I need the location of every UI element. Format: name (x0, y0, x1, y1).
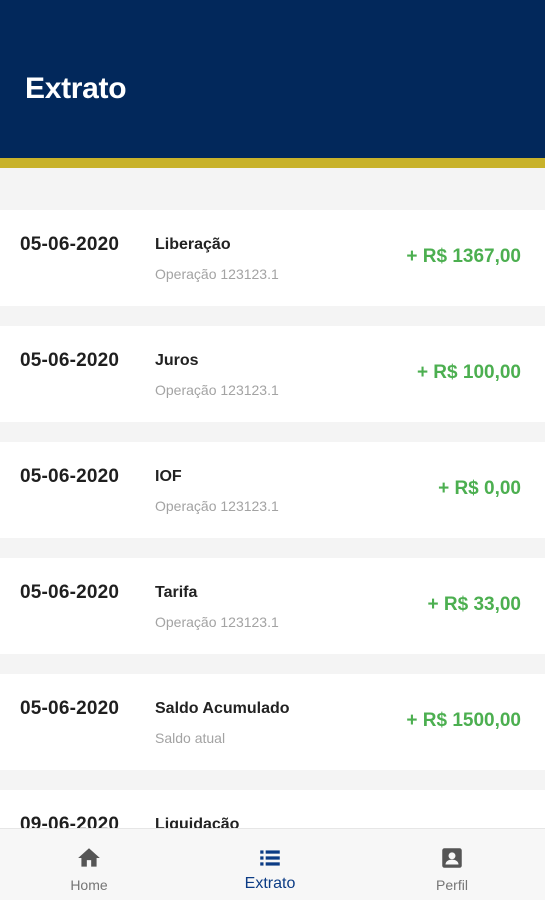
transaction-date: 05-06-2020 (20, 466, 120, 487)
transaction-subtitle: Operação 123123.1 (155, 498, 279, 514)
list-item[interactable]: 05-06-2020 IOF Operação 123123.1 + R$ 0,… (0, 442, 545, 538)
list-item[interactable]: 05-06-2020 Juros Operação 123123.1 + R$ … (0, 326, 545, 422)
transaction-list[interactable]: 05-06-2020 Liberação Operação 123123.1 +… (0, 168, 545, 828)
transaction-date: 09-06-2020 (20, 814, 120, 828)
transaction-date: 05-06-2020 (20, 698, 120, 719)
transaction-subtitle: Operação 123123.1 (155, 614, 279, 630)
transaction-date: 05-06-2020 (20, 234, 120, 255)
list-item[interactable]: 05-06-2020 Liberação Operação 123123.1 +… (0, 210, 545, 306)
transaction-amount: + R$ 1500,00 (406, 710, 521, 731)
transaction-amount: + R$ 33,00 (427, 594, 522, 615)
transaction-title: Liberação (155, 236, 231, 253)
transaction-subtitle: Operação 123123.1 (155, 382, 279, 398)
transaction-subtitle: Saldo atual (155, 730, 226, 746)
list-item[interactable]: 05-06-2020 Saldo Acumulado Saldo atual +… (0, 674, 545, 770)
transaction-title: IOF (155, 468, 182, 485)
transaction-title: Tarifa (155, 584, 198, 601)
transaction-date: 05-06-2020 (20, 350, 120, 371)
page-title: Extrato (25, 72, 127, 105)
bottom-navigation: Home Extrato Perfil (0, 828, 545, 900)
header-accent-stripe (0, 158, 545, 168)
transaction-amount: + R$ 0,00 (438, 478, 521, 499)
transaction-title: Juros (155, 352, 199, 369)
nav-extrato[interactable]: Extrato (210, 829, 330, 900)
list-icon (260, 850, 280, 866)
list-item[interactable]: 05-06-2020 Tarifa Operação 123123.1 + R$… (0, 558, 545, 654)
transaction-date: 05-06-2020 (20, 582, 120, 603)
app-header: Extrato (0, 0, 545, 158)
transaction-title: Saldo Acumulado (155, 700, 290, 717)
list-item[interactable]: 09-06-2020 Liquidação (0, 790, 545, 828)
nav-home-label: Home (70, 877, 108, 893)
profile-icon (442, 848, 462, 868)
transaction-amount: + R$ 100,00 (416, 362, 521, 383)
transaction-subtitle: Operação 123123.1 (155, 266, 279, 282)
nav-perfil[interactable]: Perfil (392, 829, 512, 900)
nav-home[interactable]: Home (29, 829, 149, 900)
home-icon (78, 848, 100, 867)
transaction-title: Liquidação (155, 816, 240, 828)
transaction-amount: + R$ 1367,00 (406, 246, 521, 267)
nav-perfil-label: Perfil (436, 877, 468, 893)
nav-extrato-label: Extrato (244, 875, 296, 892)
